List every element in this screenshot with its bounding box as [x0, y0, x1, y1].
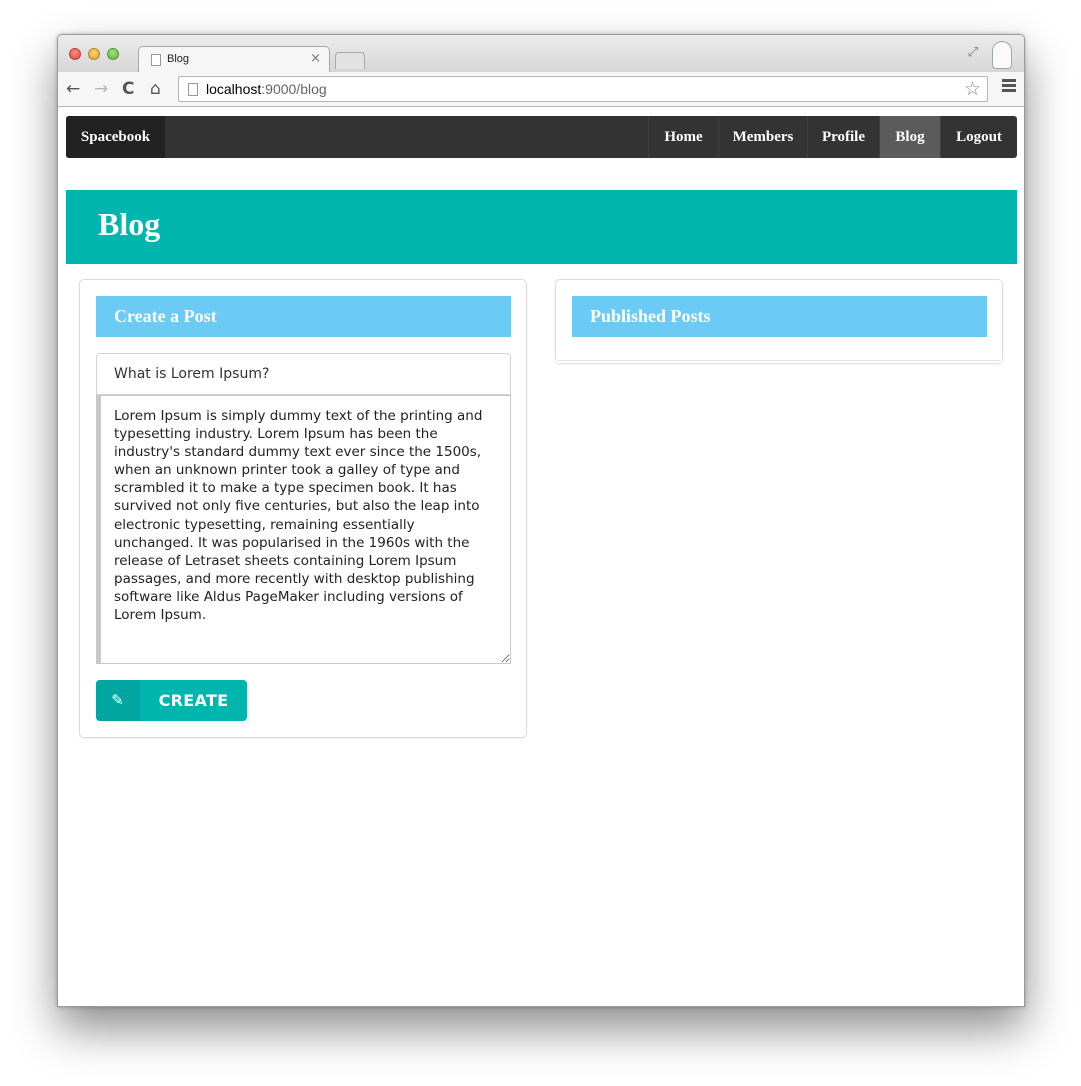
nav-item-profile[interactable]: Profile [807, 116, 879, 158]
close-window-button[interactable] [69, 48, 81, 60]
fullscreen-icon[interactable]: ⤢ [968, 45, 978, 60]
profile-icon[interactable] [992, 41, 1012, 69]
nav-item-blog[interactable]: Blog [879, 116, 940, 158]
title-bar: Blog × ⤢ [58, 35, 1024, 73]
create-button-label: CREATE [158, 691, 229, 710]
page-banner: Blog [66, 190, 1017, 264]
published-posts-header: Published Posts [572, 296, 987, 337]
browser-window: Blog × ⤢ ← → C ⌂ localhost:9000/blog ☆ S… [57, 34, 1025, 1007]
reload-icon[interactable]: C [122, 79, 134, 99]
page-icon [188, 83, 198, 96]
address-bar[interactable]: localhost:9000/blog ☆ [178, 76, 988, 102]
published-posts-card: Published Posts [555, 279, 1003, 364]
forward-icon[interactable]: → [94, 79, 108, 99]
page-title: Blog [98, 206, 161, 242]
nav-item-members[interactable]: Members [718, 116, 807, 158]
page-icon [151, 54, 161, 66]
nav-item-logout[interactable]: Logout [940, 116, 1017, 158]
post-body-textarea[interactable]: Lorem Ipsum is simply dummy text of the … [96, 395, 511, 664]
tab-close-icon[interactable]: × [310, 51, 321, 66]
post-title-input[interactable] [96, 353, 511, 395]
brand-link[interactable]: Spacebook [66, 116, 165, 158]
zoom-window-button[interactable] [107, 48, 119, 60]
minimize-window-button[interactable] [88, 48, 100, 60]
back-icon[interactable]: ← [66, 79, 80, 99]
browser-toolbar: ← → C ⌂ localhost:9000/blog ☆ [58, 72, 1024, 107]
home-icon[interactable]: ⌂ [150, 79, 161, 99]
create-post-card: Create a Post Lorem Ipsum is simply dumm… [79, 279, 527, 738]
url-host: localhost [206, 81, 262, 97]
bookmark-star-icon[interactable]: ☆ [964, 78, 981, 100]
browser-tab[interactable]: Blog × [138, 46, 330, 73]
create-post-header: Create a Post [96, 296, 511, 337]
site-navbar: Spacebook Home Members Profile Blog Logo… [66, 116, 1017, 158]
create-button[interactable]: ✎ CREATE [96, 680, 247, 721]
edit-icon: ✎ [96, 680, 140, 721]
nav-item-home[interactable]: Home [648, 116, 718, 158]
new-tab-button[interactable] [335, 52, 365, 69]
menu-icon[interactable] [1002, 79, 1016, 94]
url-text[interactable]: localhost:9000/blog [206, 81, 327, 97]
url-path: :9000/blog [261, 81, 327, 97]
tab-title: Blog [167, 53, 190, 65]
page-viewport: Spacebook Home Members Profile Blog Logo… [58, 108, 1024, 1006]
